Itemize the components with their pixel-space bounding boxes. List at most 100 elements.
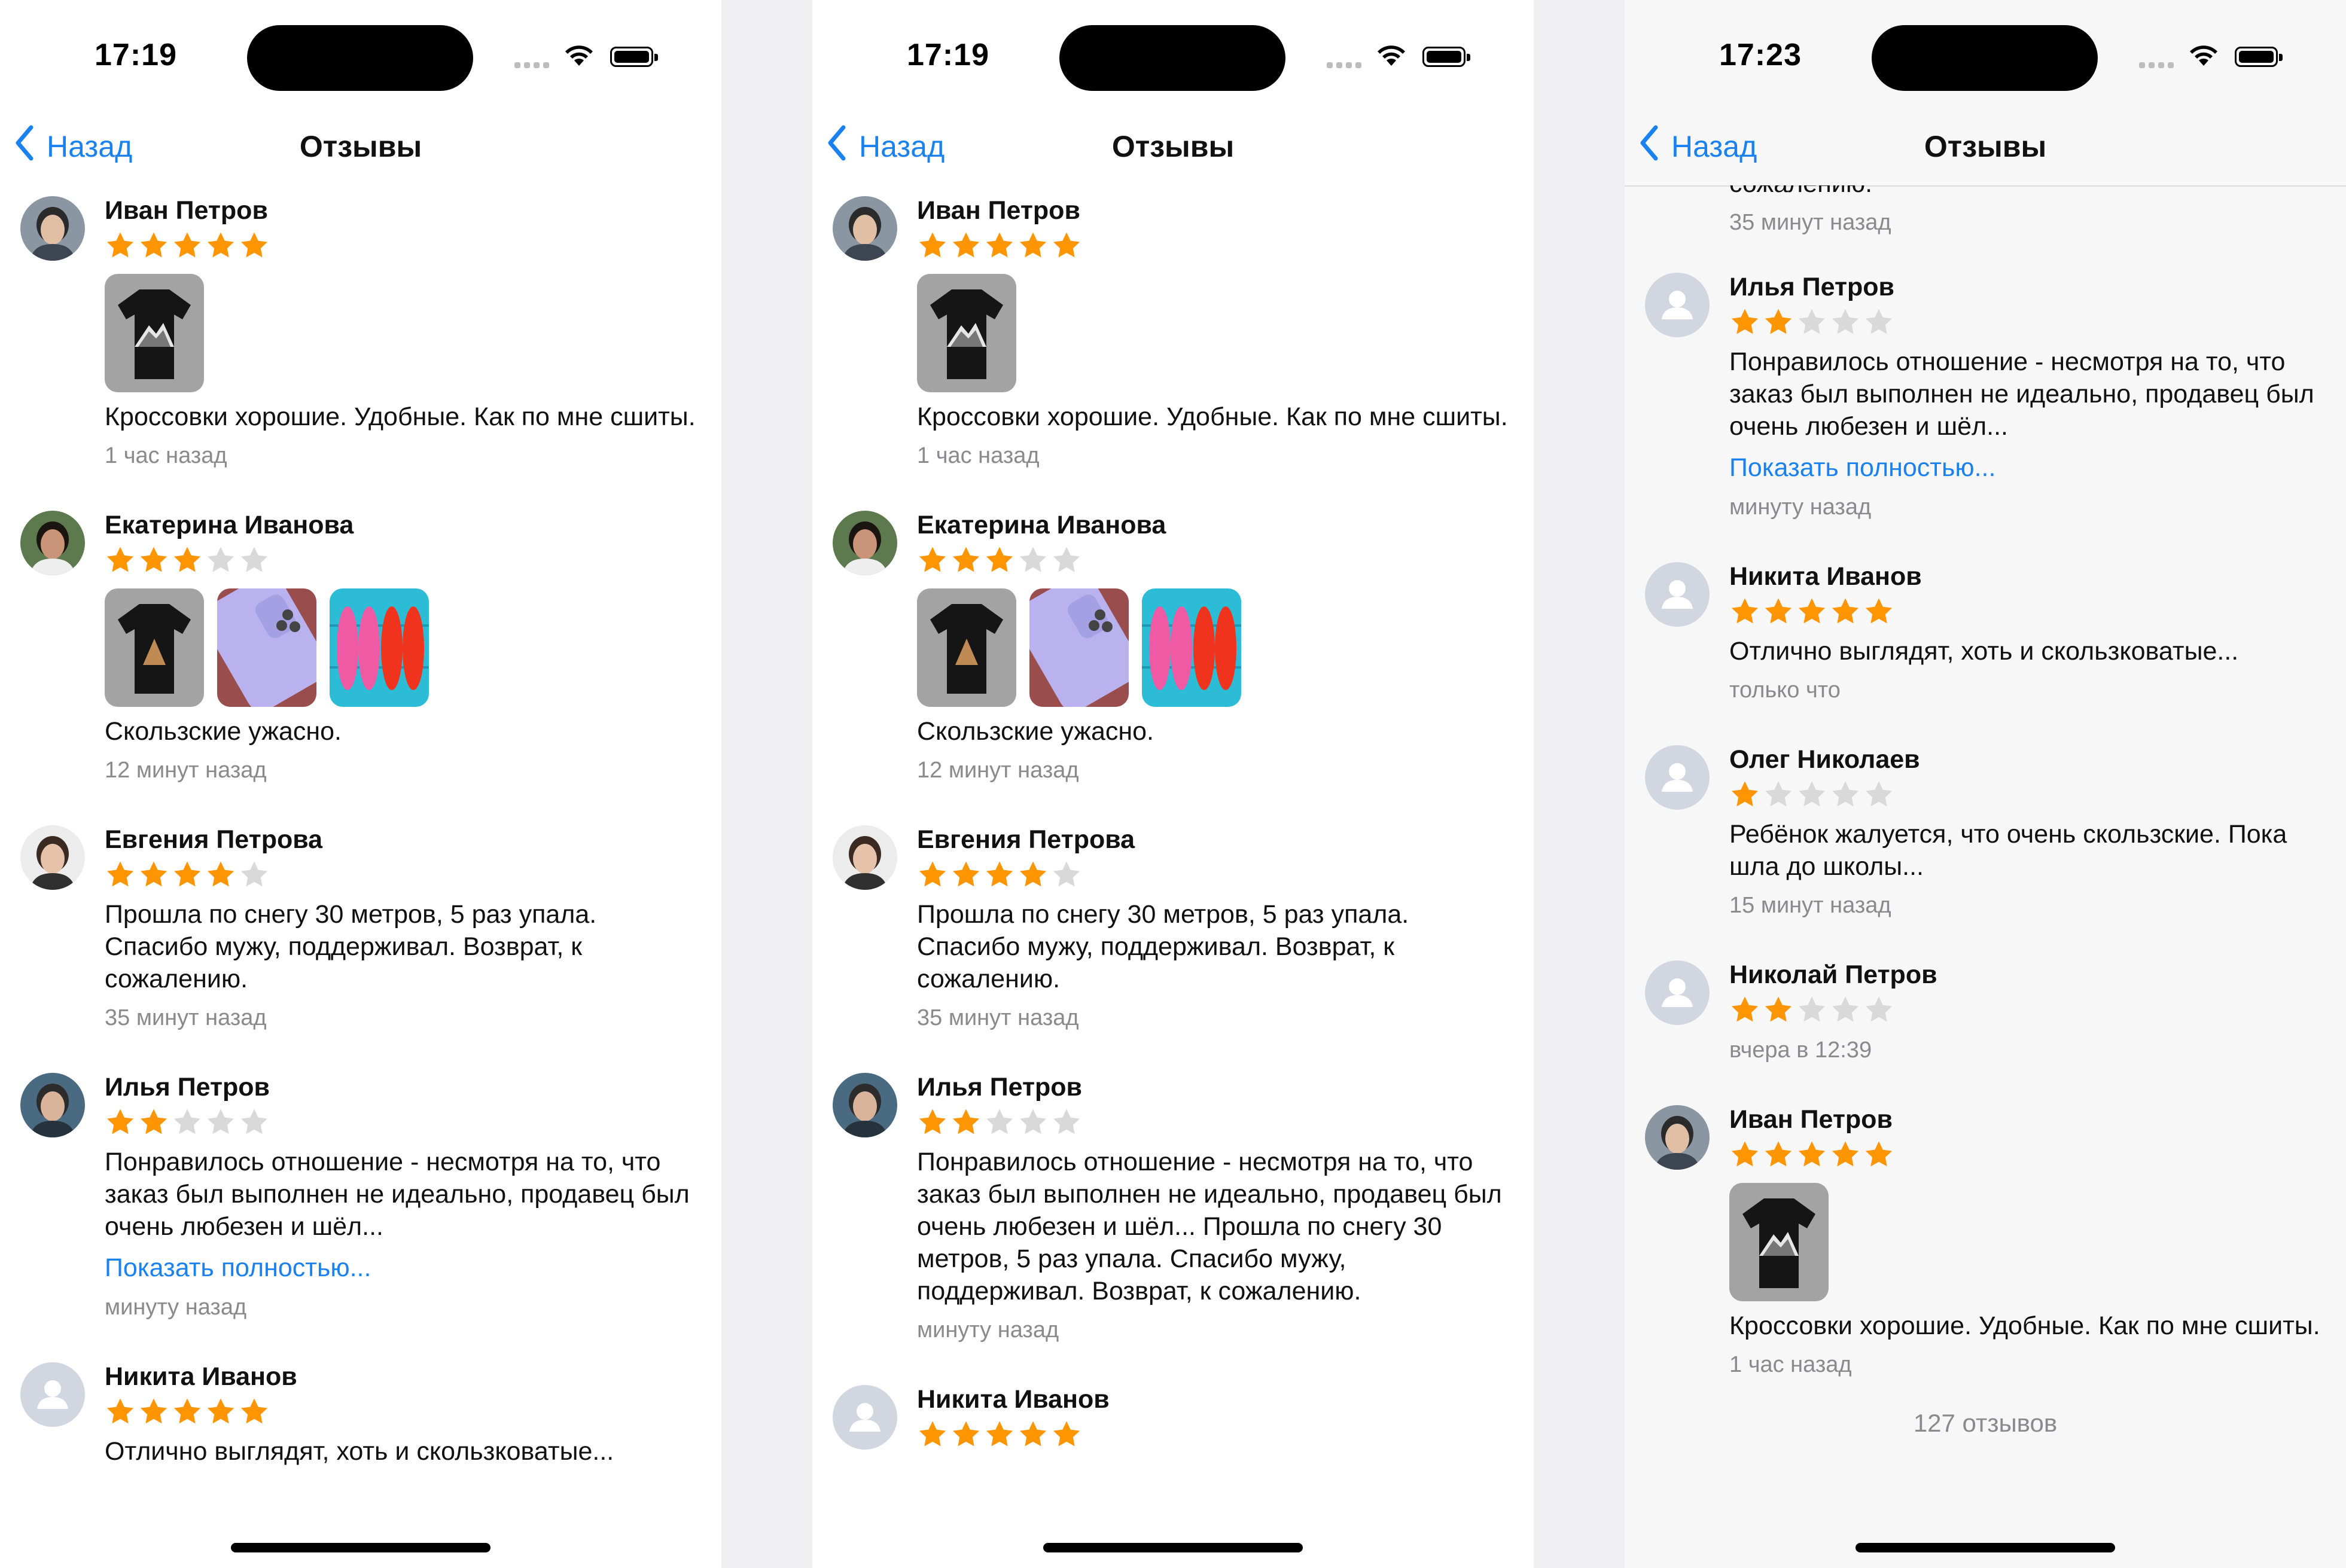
reviewer-name: Екатерина Иванова: [105, 511, 354, 539]
review-card: Никита Иванов Отлично выглядят, хоть и ск…: [0, 1352, 721, 1468]
avatar: [20, 1073, 85, 1137]
star-empty-icon: [1830, 307, 1861, 340]
star-rating: [917, 1106, 1510, 1140]
star-filled-icon: [984, 859, 1015, 892]
battery-icon: [2235, 47, 2283, 67]
review-text: Кроссовки хорошие. Удобные. Как по мне с…: [1729, 1311, 2320, 1340]
star-empty-icon: [205, 545, 236, 578]
home-indicator[interactable]: [1043, 1543, 1303, 1552]
status-time: 17:23: [1719, 38, 1802, 72]
star-filled-icon: [1017, 859, 1049, 892]
review-text: Отлично выглядят, хоть и скользковатые..…: [105, 1437, 614, 1466]
review-photo-black-tshirt-pyramid[interactable]: [917, 588, 1016, 707]
reviews-list[interactable]: сожалению. 35 минут назад Илья Петров Понра…: [1625, 185, 2346, 1501]
star-filled-icon: [1729, 779, 1760, 812]
reviewer-name: Никита Иванов: [105, 1362, 297, 1391]
reviews-list[interactable]: Иван Петров Кроссовки хорошие. Удобные. К…: [0, 185, 721, 1501]
review-date: 12 минут назад: [105, 758, 267, 783]
review-photo-lilac-phone[interactable]: [217, 588, 316, 707]
star-filled-icon: [205, 859, 236, 892]
reviews-list-content: Иван Петров Кроссовки хорошие. Удобные. К…: [0, 185, 721, 1496]
star-empty-icon: [239, 1107, 270, 1140]
star-rating: [105, 1396, 697, 1429]
placeholder-avatar-icon: [20, 1362, 85, 1427]
star-empty-icon: [1863, 995, 1894, 1027]
star-rating: [1729, 779, 2322, 812]
show-more-link[interactable]: Показать полностью...: [1729, 451, 2322, 484]
star-filled-icon: [1830, 596, 1861, 629]
review-photo-black-tshirt-mountain[interactable]: [1729, 1183, 1829, 1301]
screen-1: 17:19 Назад Отзывы Иван Петров Кроссовки хор…: [0, 0, 721, 1568]
placeholder-avatar-icon: [833, 1385, 897, 1450]
page-title: Отзывы: [299, 130, 422, 163]
review-photos: [917, 274, 1510, 392]
review-text: Ребёнок жалуется, что очень скользские. …: [1729, 820, 2287, 881]
navigation-bar: Назад Отзывы: [0, 114, 721, 185]
status-bar: 17:19: [0, 0, 721, 114]
review-date: 35 минут назад: [105, 1005, 267, 1030]
review-card: Екатерина Иванова Скользские ужасно. 12 ми…: [812, 500, 1534, 786]
star-rating: [1729, 596, 2322, 629]
review-photo-black-tshirt-mountain[interactable]: [105, 274, 204, 392]
star-filled-icon: [984, 230, 1015, 263]
reviewer-name: Екатерина Иванова: [917, 511, 1166, 539]
review-text: Кроссовки хорошие. Удобные. Как по мне с…: [105, 402, 696, 431]
review-photo-flip-flops[interactable]: [330, 588, 429, 707]
reviewer-name: Никита Иванов: [1729, 562, 1922, 591]
review-photo-lilac-phone[interactable]: [1029, 588, 1129, 707]
review-date: минуту назад: [917, 1317, 1059, 1343]
navigation-bar: Назад Отзывы: [812, 114, 1534, 185]
reviewer-name: Илья Петров: [105, 1073, 270, 1102]
reviewer-name: Николай Петров: [1729, 960, 1937, 989]
review-photo-flip-flops[interactable]: [1142, 588, 1241, 707]
star-empty-icon: [1863, 307, 1894, 340]
review-card: Евгения Петрова Прошла по снегу 30 метров…: [0, 814, 721, 1033]
review-date: минуту назад: [105, 1295, 247, 1320]
star-filled-icon: [138, 1107, 169, 1140]
review-photo-black-tshirt-pyramid[interactable]: [105, 588, 204, 707]
star-empty-icon: [1763, 779, 1794, 812]
star-empty-icon: [1051, 859, 1082, 892]
wifi-icon: [2187, 42, 2220, 68]
dynamic-island: [1059, 25, 1285, 91]
review-card: Олег Николаев Ребёнок жалуется, что очень…: [1625, 734, 2346, 921]
reviews-list[interactable]: Иван Петров Кроссовки хорошие. Удобные. К…: [812, 185, 1534, 1499]
star-filled-icon: [105, 230, 136, 263]
review-card: Илья Петров Понравилось отношение - несмо…: [1625, 262, 2346, 523]
status-time: 17:19: [907, 38, 989, 72]
reviews-list-content: сожалению. 35 минут назад Илья Петров Понра…: [1625, 185, 2346, 1438]
star-filled-icon: [950, 859, 982, 892]
star-filled-icon: [239, 230, 270, 263]
reviewer-name: Евгения Петрова: [105, 825, 323, 854]
reviewer-name: Иван Петров: [105, 196, 268, 225]
reviewer-name: Илья Петров: [1729, 273, 1894, 301]
home-indicator[interactable]: [1856, 1543, 2115, 1552]
review-photo-black-tshirt-mountain[interactable]: [917, 274, 1016, 392]
home-indicator[interactable]: [231, 1543, 490, 1552]
star-rating: [105, 1106, 697, 1140]
cellular-signal-icon: [1327, 60, 1366, 68]
star-empty-icon: [1051, 545, 1082, 578]
star-filled-icon: [1863, 596, 1894, 629]
wifi-icon: [562, 42, 596, 68]
placeholder-avatar-icon: [1645, 745, 1710, 810]
reviewer-name: Никита Иванов: [917, 1385, 1110, 1414]
review-card: Илья Петров Понравилось отношение - несмо…: [0, 1062, 721, 1323]
star-filled-icon: [1729, 307, 1760, 340]
review-text: Скользские ужасно.: [105, 717, 342, 746]
star-empty-icon: [205, 1107, 236, 1140]
review-card: Екатерина Иванова Скользские ужасно. 12 ми…: [0, 500, 721, 786]
review-date: 12 минут назад: [917, 758, 1079, 783]
star-rating: [917, 859, 1510, 892]
star-filled-icon: [1763, 307, 1794, 340]
reviewer-name: Иван Петров: [1729, 1105, 1893, 1134]
star-filled-icon: [1017, 230, 1049, 263]
reviewer-name: Иван Петров: [917, 196, 1080, 225]
show-more-link[interactable]: Показать полностью...: [105, 1251, 697, 1285]
star-filled-icon: [1796, 596, 1827, 629]
review-date: 1 час назад: [1729, 1352, 1852, 1377]
star-filled-icon: [917, 859, 948, 892]
star-filled-icon: [172, 859, 203, 892]
star-filled-icon: [1763, 995, 1794, 1027]
battery-icon: [610, 47, 658, 67]
